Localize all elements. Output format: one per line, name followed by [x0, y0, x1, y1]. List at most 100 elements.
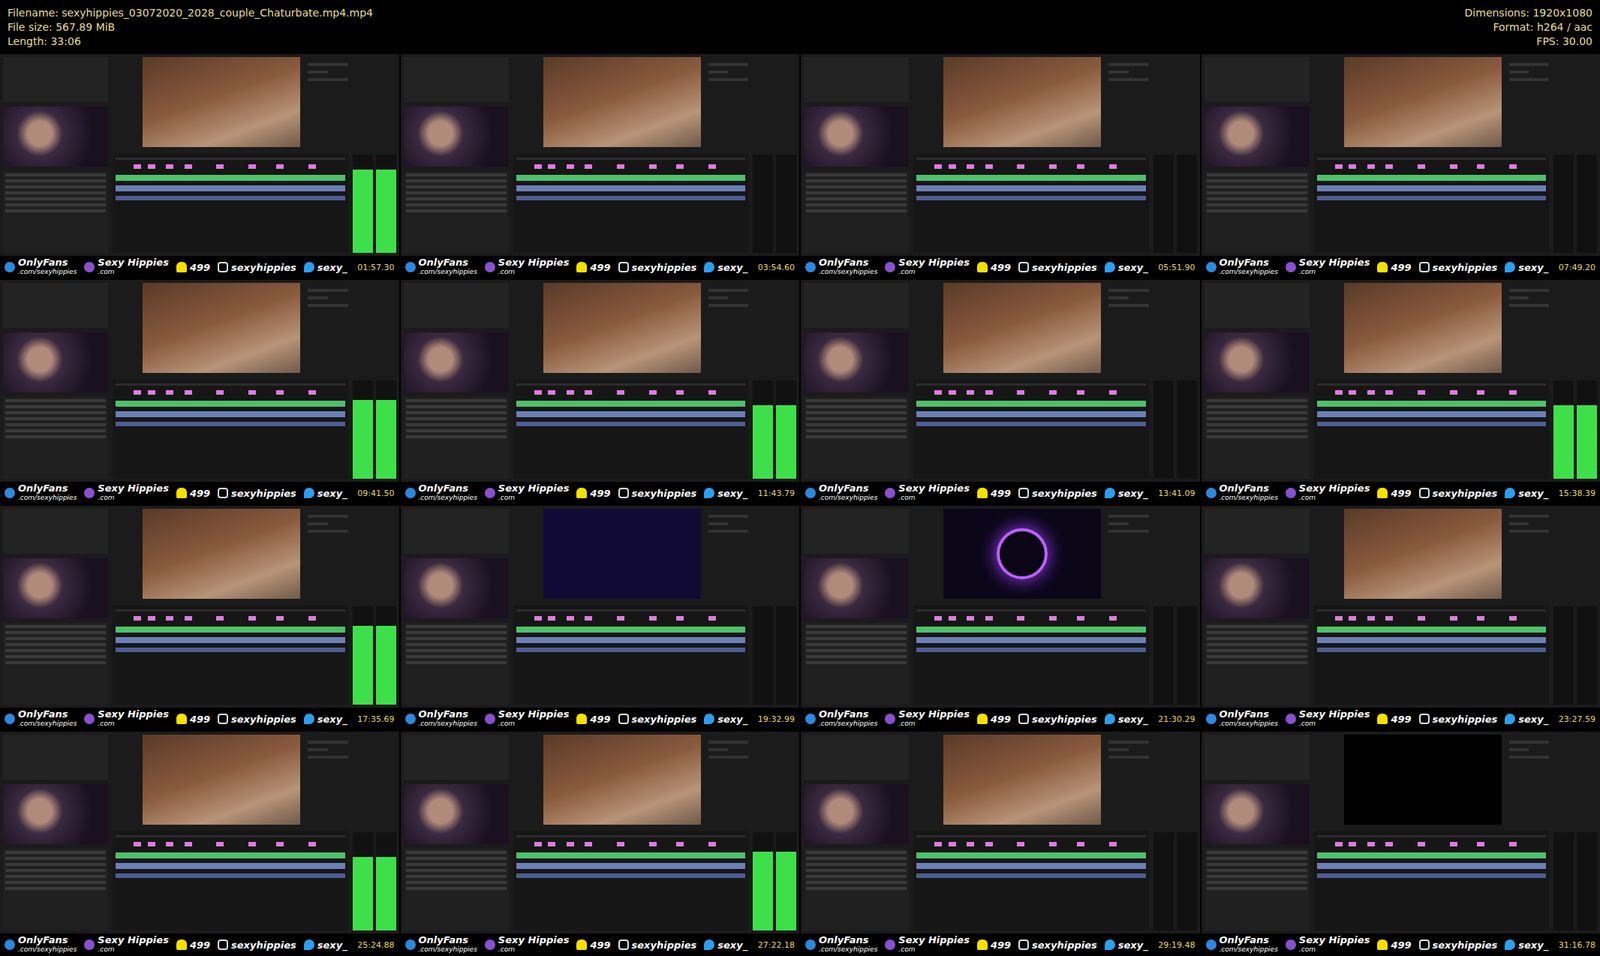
project-list — [1204, 848, 1310, 931]
audio-meter — [1553, 734, 1597, 931]
onlyfans-label: OnlyFans.com/sexyhippies — [1206, 709, 1279, 728]
bird-icon — [303, 713, 315, 725]
twitter-label: sexy_ — [303, 939, 348, 951]
webcam-frame — [1204, 784, 1310, 845]
editor-window — [800, 505, 1200, 708]
timeline — [1314, 153, 1550, 253]
left-panel — [403, 734, 509, 931]
thumbnail[interactable]: OnlyFans.com/sexyhippies Sexy Hippies.co… — [400, 505, 800, 731]
twitter-label: sexy_ — [1504, 939, 1549, 951]
brand-label: Sexy Hippies.com — [1285, 935, 1371, 954]
instagram-label: sexyhippies — [217, 487, 297, 500]
video-track — [1317, 400, 1547, 407]
snapchat-label: 499 — [977, 261, 1011, 274]
lock-icon — [405, 713, 416, 725]
left-panel — [1204, 734, 1310, 931]
thumbnail[interactable]: OnlyFans.com/sexyhippies Sexy Hippies.co… — [0, 505, 400, 731]
video-track — [916, 400, 1146, 407]
left-panel — [1204, 508, 1310, 705]
onlyfans-label: OnlyFans.com/sexyhippies — [405, 935, 478, 954]
instagram-icon — [1419, 487, 1430, 499]
thumbnail[interactable]: OnlyFans.com/sexyhippies Sexy Hippies.co… — [1201, 505, 1600, 731]
editor-window — [1201, 54, 1600, 256]
thumbnail[interactable]: OnlyFans.com/sexyhippies Sexy Hippies.co… — [400, 54, 800, 279]
program-preview — [1344, 282, 1502, 373]
ghost-icon — [576, 261, 587, 273]
audio-meter — [352, 734, 397, 931]
brand-label: Sexy Hippies.com — [884, 484, 970, 503]
center-panel — [112, 57, 349, 253]
editor-window — [800, 279, 1200, 482]
thumbnail[interactable]: OnlyFans.com/sexyhippies Sexy Hippies.co… — [0, 54, 400, 279]
thumbnail[interactable]: OnlyFans.com/sexyhippies Sexy Hippies.co… — [0, 279, 400, 505]
lock-icon — [1206, 487, 1217, 499]
brand-label: Sexy Hippies.com — [84, 709, 169, 728]
program-preview — [1344, 734, 1502, 825]
center-panel — [1314, 57, 1550, 253]
center-panel — [112, 508, 349, 705]
center-panel — [513, 57, 749, 253]
thumbnail[interactable]: OnlyFans.com/sexyhippies Sexy Hippies.co… — [800, 54, 1200, 279]
instagram-label: sexyhippies — [1018, 487, 1098, 500]
video-track — [516, 852, 746, 859]
program-preview — [543, 57, 701, 148]
webcam-frame — [803, 558, 909, 619]
instagram-icon — [1419, 713, 1430, 725]
lock-icon — [805, 487, 816, 499]
center-panel — [513, 282, 749, 479]
project-list — [1204, 622, 1310, 705]
timeline — [112, 378, 349, 479]
timestamp: 27:22.18 — [757, 940, 795, 951]
audio-track — [916, 185, 1146, 192]
thumbnail[interactable]: OnlyFans.com/sexyhippies Sexy Hippies.co… — [800, 505, 1200, 731]
ghost-icon — [977, 939, 988, 951]
timestamp: 17:35.69 — [357, 714, 394, 725]
bird-icon — [1504, 487, 1516, 499]
lock-icon — [4, 713, 16, 725]
properties-panel — [1108, 282, 1149, 373]
bird-icon — [303, 261, 315, 273]
flower-icon — [884, 261, 896, 273]
watermark-bar: OnlyFans.com/sexyhippies Sexy Hippies.co… — [800, 255, 1200, 279]
watermark-bar: OnlyFans.com/sexyhippies Sexy Hippies.co… — [0, 707, 400, 731]
thumbnail[interactable]: OnlyFans.com/sexyhippies Sexy Hippies.co… — [1201, 279, 1600, 505]
timeline — [913, 830, 1149, 931]
timeline — [112, 153, 349, 253]
program-preview — [543, 508, 701, 599]
thumbnail[interactable]: OnlyFans.com/sexyhippies Sexy Hippies.co… — [400, 279, 800, 505]
thumbnail[interactable]: OnlyFans.com/sexyhippies Sexy Hippies.co… — [400, 731, 800, 956]
video-track — [115, 626, 346, 633]
timestamp: 01:57.30 — [357, 262, 394, 273]
onlyfans-label: OnlyFans.com/sexyhippies — [1206, 258, 1279, 277]
thumbnail[interactable]: OnlyFans.com/sexyhippies Sexy Hippies.co… — [1201, 731, 1600, 956]
webcam-frame — [1204, 558, 1310, 619]
project-list — [403, 848, 509, 931]
instagram-label: sexyhippies — [217, 939, 297, 951]
thumbnail[interactable]: OnlyFans.com/sexyhippies Sexy Hippies.co… — [1201, 54, 1600, 279]
bird-icon — [1104, 939, 1116, 951]
twitter-label: sexy_ — [1104, 939, 1149, 951]
watermark-bar: OnlyFans.com/sexyhippies Sexy Hippies.co… — [0, 933, 400, 956]
snapchat-label: 499 — [977, 713, 1011, 725]
center-panel — [913, 734, 1149, 931]
properties-panel — [1509, 282, 1550, 373]
thumbnail[interactable]: OnlyFans.com/sexyhippies Sexy Hippies.co… — [800, 731, 1200, 956]
twitter-label: sexy_ — [303, 261, 348, 274]
video-track — [916, 174, 1146, 181]
thumbnail[interactable]: OnlyFans.com/sexyhippies Sexy Hippies.co… — [800, 279, 1200, 505]
project-list — [403, 622, 509, 705]
program-preview — [943, 734, 1101, 825]
timeline — [1314, 378, 1550, 479]
editor-window — [800, 731, 1200, 934]
program-preview — [1344, 57, 1502, 148]
lock-icon — [805, 713, 816, 725]
webcam-frame — [1204, 332, 1310, 393]
audio-meter — [752, 57, 797, 253]
ghost-icon — [176, 713, 187, 725]
bird-icon — [1104, 261, 1116, 273]
thumbnail[interactable]: OnlyFans.com/sexyhippies Sexy Hippies.co… — [0, 731, 400, 956]
lock-icon — [1206, 939, 1217, 951]
properties-panel — [1108, 734, 1149, 825]
audio-track — [115, 637, 346, 644]
watermark-bar: OnlyFans.com/sexyhippies Sexy Hippies.co… — [0, 481, 400, 505]
